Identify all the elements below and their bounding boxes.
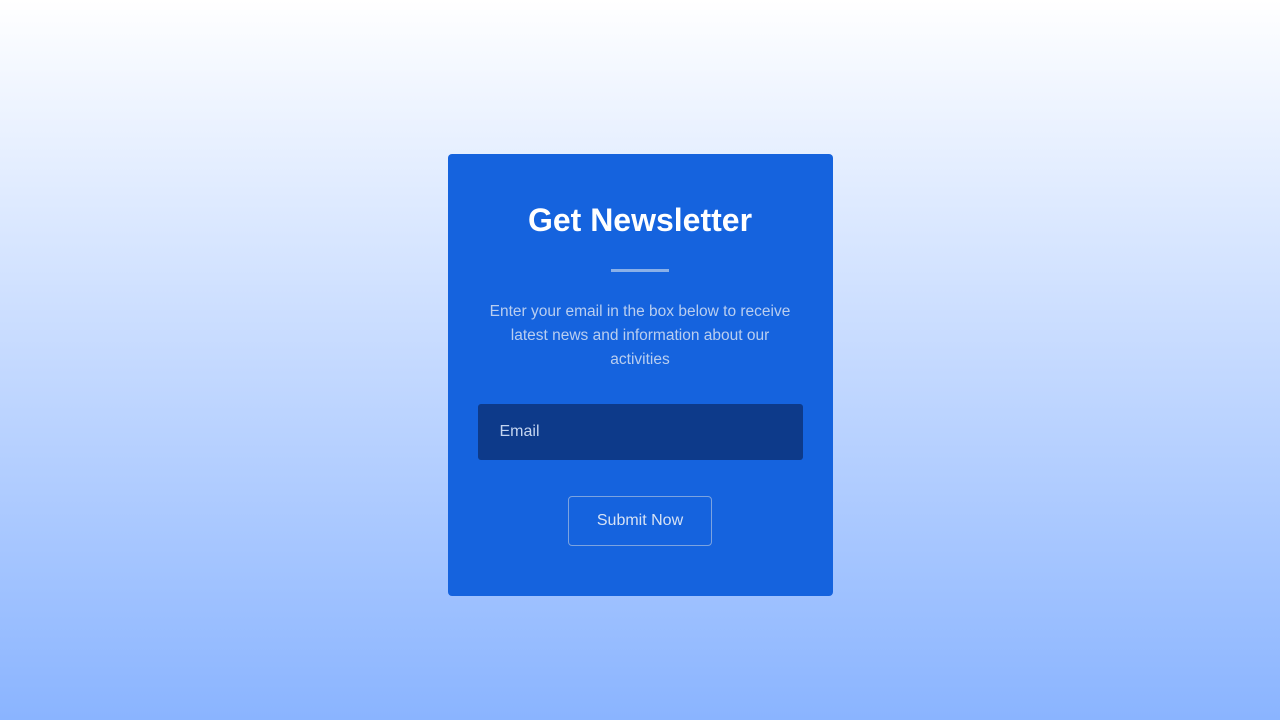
email-input[interactable] [478, 404, 803, 460]
newsletter-title: Get Newsletter [478, 202, 803, 239]
newsletter-card: Get Newsletter Enter your email in the b… [448, 154, 833, 596]
divider [611, 269, 669, 272]
newsletter-description: Enter your email in the box below to rec… [478, 300, 803, 372]
submit-button[interactable]: Submit Now [568, 496, 712, 546]
